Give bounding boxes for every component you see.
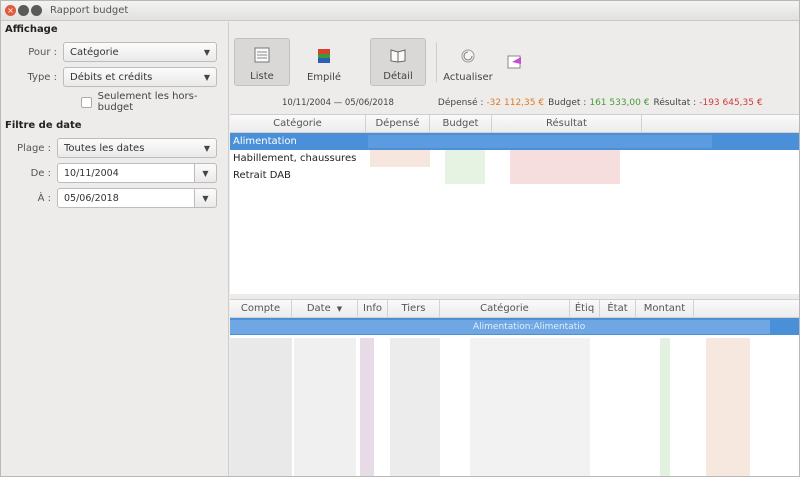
date-range: 10/11/2004 — 05/06/2018 bbox=[282, 98, 394, 108]
title-bar: × Rapport budget bbox=[1, 1, 799, 21]
col-tiers[interactable]: Tiers bbox=[388, 300, 440, 317]
plage-value: Toutes les dates bbox=[64, 142, 145, 154]
col-categorie[interactable]: Catégorie bbox=[440, 300, 570, 317]
col-budget[interactable]: Budget bbox=[430, 115, 492, 132]
col-filler bbox=[694, 300, 799, 317]
blurred-categorie-column bbox=[470, 338, 590, 476]
window-title: Rapport budget bbox=[50, 5, 129, 16]
a-dropdown-button[interactable]: ▼ bbox=[195, 188, 217, 208]
budget-table: Catégorie Dépensé Budget Résultat Alimen… bbox=[230, 114, 799, 294]
left-panel: Affichage Pour : Catégorie ▼ Type : Débi… bbox=[1, 22, 229, 476]
checkbox-icon[interactable] bbox=[81, 96, 92, 108]
col-compte[interactable]: Compte bbox=[230, 300, 292, 317]
plage-select[interactable]: Toutes les dates ▼ bbox=[57, 138, 217, 158]
maximize-icon[interactable] bbox=[31, 5, 42, 16]
col-resultat[interactable]: Résultat bbox=[492, 115, 642, 132]
detail-table-header: Compte Date ▼ Info Tiers Catégorie Étiq É… bbox=[230, 300, 799, 318]
pour-label: Pour : bbox=[28, 46, 57, 58]
blurred-tiers-column bbox=[390, 338, 440, 476]
summary-bar: 10/11/2004 — 05/06/2018 Dépensé : -32 11… bbox=[230, 94, 799, 112]
chevron-down-icon: ▼ bbox=[203, 143, 210, 153]
a-date-field[interactable]: 05/06/2018 bbox=[57, 188, 195, 208]
list-icon bbox=[254, 47, 270, 63]
col-etiq[interactable]: Étiq bbox=[570, 300, 600, 317]
blurred-montant-column bbox=[706, 338, 750, 476]
stacked-chart-icon bbox=[318, 49, 330, 63]
budget-value: 161 533,00 € bbox=[589, 98, 650, 108]
detail-button[interactable]: Détail bbox=[370, 38, 426, 86]
type-value: Débits et crédits bbox=[70, 71, 153, 83]
empile-button[interactable]: Empilé bbox=[296, 38, 352, 86]
de-date-field[interactable]: 10/11/2004 bbox=[57, 163, 195, 183]
col-montant[interactable]: Montant bbox=[636, 300, 694, 317]
hors-budget-checkbox[interactable]: Seulement les hors-budget bbox=[81, 91, 228, 113]
toolbar-separator bbox=[436, 42, 437, 82]
liste-label: Liste bbox=[250, 71, 274, 82]
chevron-down-icon: ▼ bbox=[203, 47, 210, 57]
budget-label: Budget : bbox=[548, 98, 587, 108]
actualiser-button[interactable]: Actualiser bbox=[440, 38, 496, 86]
liste-button[interactable]: Liste bbox=[234, 38, 290, 86]
resultat-value: -193 645,35 € bbox=[699, 98, 763, 108]
actualiser-label: Actualiser bbox=[443, 72, 493, 83]
detail-table: Compte Date ▼ Info Tiers Catégorie Étiq É… bbox=[230, 299, 799, 476]
chevron-down-icon: ▼ bbox=[203, 72, 210, 82]
blurred-info-column bbox=[360, 338, 374, 476]
export-icon bbox=[507, 55, 521, 69]
type-select[interactable]: Débits et crédits ▼ bbox=[63, 67, 217, 87]
toolbar: Liste Empilé Détail Actualiser bbox=[230, 22, 799, 92]
type-label: Type : bbox=[27, 71, 57, 83]
detail-book-icon bbox=[390, 49, 406, 63]
pour-value: Catégorie bbox=[70, 46, 119, 58]
row-categorie: Alimentation:Alimentatio bbox=[473, 321, 586, 332]
affichage-title: Affichage bbox=[5, 24, 58, 35]
col-info[interactable]: Info bbox=[358, 300, 388, 317]
depense-value: -32 112,35 € bbox=[486, 98, 545, 108]
row-categorie: Habillement, chaussures bbox=[233, 153, 357, 164]
de-label: De : bbox=[30, 167, 51, 179]
chevron-down-icon: ▼ bbox=[202, 168, 209, 178]
empile-label: Empilé bbox=[306, 72, 342, 83]
table-row[interactable]: Alimentation bbox=[230, 133, 799, 150]
hors-budget-label: Seulement les hors-budget bbox=[97, 91, 198, 113]
col-filler bbox=[642, 115, 799, 132]
a-label: À : bbox=[37, 192, 51, 204]
plage-label: Plage : bbox=[17, 142, 51, 154]
detail-label: Détail bbox=[383, 71, 413, 82]
table-row[interactable]: Habillement, chaussures bbox=[230, 150, 799, 184]
resultat-label: Résultat : bbox=[653, 98, 697, 108]
export-button[interactable] bbox=[500, 38, 530, 86]
budget-table-header: Catégorie Dépensé Budget Résultat bbox=[230, 115, 799, 133]
blurred-depense bbox=[370, 150, 430, 167]
sort-down-icon: ▼ bbox=[336, 304, 343, 313]
col-categorie[interactable]: Catégorie bbox=[230, 115, 366, 132]
blurred-etat-column bbox=[660, 338, 670, 476]
row-categorie: Retrait DAB bbox=[233, 170, 291, 181]
pour-select[interactable]: Catégorie ▼ bbox=[63, 42, 217, 62]
refresh-icon bbox=[461, 49, 475, 63]
de-dropdown-button[interactable]: ▼ bbox=[195, 163, 217, 183]
chevron-down-icon: ▼ bbox=[202, 193, 209, 203]
col-etat[interactable]: État bbox=[600, 300, 636, 317]
close-icon[interactable]: × bbox=[5, 5, 16, 16]
col-depense[interactable]: Dépensé bbox=[366, 115, 430, 132]
depense-label: Dépensé : bbox=[437, 98, 484, 108]
filtre-date-title: Filtre de date bbox=[5, 120, 82, 131]
table-row[interactable]: Retrait DAB bbox=[230, 167, 799, 184]
minimize-icon[interactable] bbox=[18, 5, 29, 16]
table-row-selected[interactable]: Alimentation:Alimentatio bbox=[230, 318, 799, 335]
blurred-date-column bbox=[294, 338, 356, 476]
col-date[interactable]: Date ▼ bbox=[292, 300, 358, 317]
col-date-label: Date bbox=[306, 303, 331, 314]
row-categorie: Alimentation bbox=[233, 136, 297, 147]
report-window: × Rapport budget Affichage Pour : Catégo… bbox=[0, 0, 800, 477]
blurred-compte-column bbox=[230, 338, 292, 476]
blurred-values bbox=[368, 135, 712, 148]
